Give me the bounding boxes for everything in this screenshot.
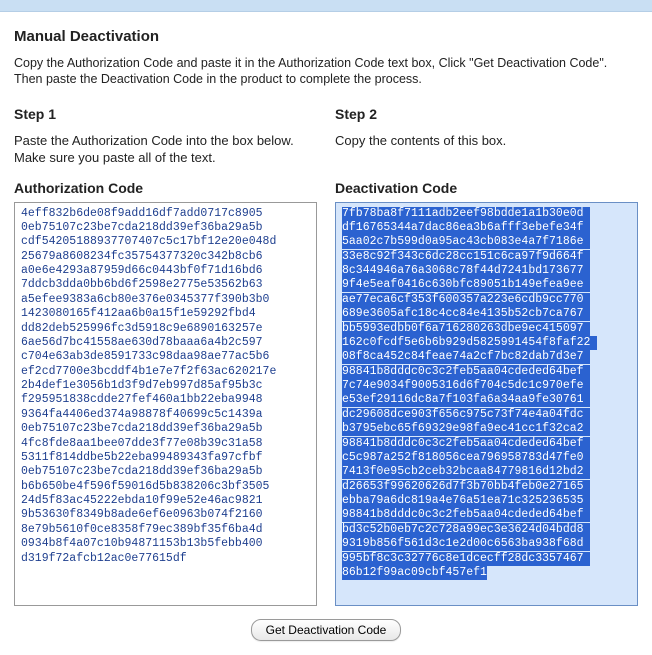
page-title: Manual Deactivation: [14, 28, 638, 45]
get-deactivation-code-button[interactable]: Get Deactivation Code: [251, 619, 402, 641]
page-content: Manual Deactivation Copy the Authorizati…: [0, 12, 652, 655]
step1-column: Step 1 Paste the Authorization Code into…: [14, 106, 317, 609]
step2-title: Step 2: [335, 106, 638, 122]
action-row: Get Deactivation Code: [14, 619, 638, 641]
top-accent-bar: [0, 0, 652, 12]
deactivation-code-label: Deactivation Code: [335, 180, 638, 196]
step2-desc: Copy the contents of this box.: [335, 132, 638, 174]
authorization-code-label: Authorization Code: [14, 180, 317, 196]
step1-desc: Paste the Authorization Code into the bo…: [14, 132, 317, 174]
intro-text: Copy the Authorization Code and paste it…: [14, 55, 638, 88]
step2-column: Step 2 Copy the contents of this box. De…: [335, 106, 638, 609]
step1-title: Step 1: [14, 106, 317, 122]
authorization-code-input[interactable]: [14, 202, 317, 606]
steps-row: Step 1 Paste the Authorization Code into…: [14, 106, 638, 609]
deactivation-code-output[interactable]: [335, 202, 638, 606]
